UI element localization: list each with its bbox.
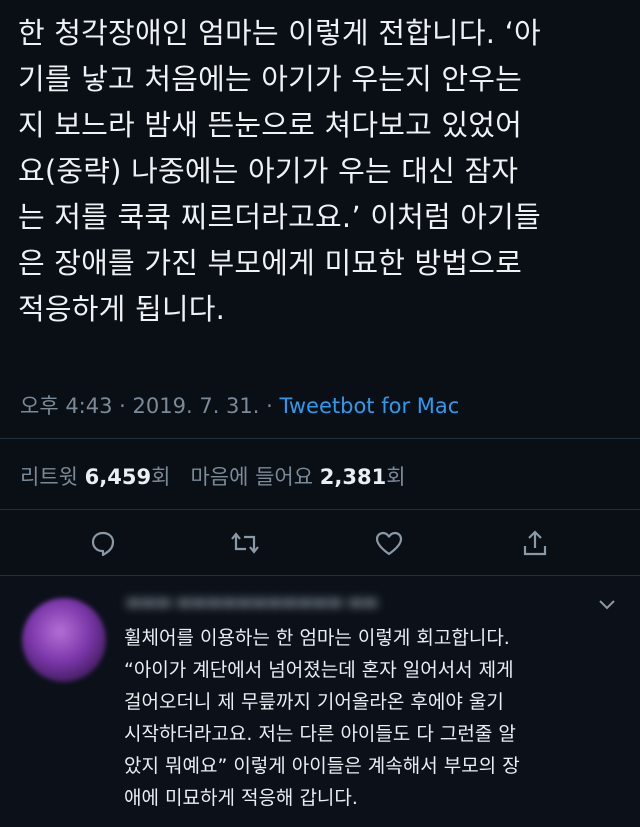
like-count: 2,381 — [319, 465, 387, 489]
retweet-icon — [230, 529, 260, 561]
tweet-line: 는 저를 쿡쿡 찌르더라고요.’ 이처럼 아기들 — [18, 200, 541, 234]
tweet-actions — [0, 520, 640, 570]
like-label: 마음에 들어요 — [190, 465, 314, 489]
blurred-username: ▬▬▬ ▬▬▬▬▬▬▬▬▬▬▬ ▬▬ — [126, 592, 379, 611]
like-button[interactable] — [372, 528, 406, 562]
retweet-unit: 회 — [151, 465, 171, 489]
retweet-count: 6,459 — [84, 465, 152, 489]
reply-icon — [89, 529, 117, 561]
like-icon — [374, 529, 404, 561]
tweet-line: 요(중략) 나중에는 아기가 우는 대신 잠자 — [18, 154, 519, 188]
chevron-down-icon[interactable] — [598, 596, 616, 615]
tweet-line: 지 보느라 밤새 뜬눈으로 쳐다보고 있었어 — [18, 108, 523, 142]
reply-line: 았지 뭐예요” 이렇게 아이들은 계속해서 부모의 장 — [124, 755, 520, 777]
tweet-stats: 리트윗 6,459회 마음에 들어요 2,381회 — [20, 461, 406, 491]
tweet-line: 적응하게 됩니다. — [18, 292, 225, 326]
reply-line: 걸어오더니 제 무릎까지 기어올라온 후에야 울기 — [124, 691, 504, 713]
tweet-meta: 오후 4:43 · 2019. 7. 31. · Tweetbot for Ma… — [20, 390, 459, 420]
divider — [0, 438, 640, 439]
reply-line: 휠체어를 이용하는 한 엄마는 이렇게 회고합니다. — [124, 627, 510, 649]
meta-separator: · — [266, 394, 273, 418]
retweet-label: 리트윗 — [20, 465, 78, 489]
tweet-line: 기를 낳고 처음에는 아기가 우는지 안우는 — [18, 62, 523, 96]
avatar[interactable] — [22, 598, 106, 682]
retweet-stat[interactable]: 리트윗 6,459회 — [20, 465, 177, 489]
reply-button[interactable] — [86, 528, 120, 562]
reply-line: “아이가 계단에서 넘어졌는데 혼자 일어서서 제게 — [124, 659, 514, 681]
reply-line: 시작하더라고요. 저는 다른 아이들도 다 그런줄 알 — [124, 723, 516, 745]
tweet-source-link[interactable]: Tweetbot for Mac — [280, 394, 460, 418]
tweet-line: 한 청각장애인 엄마는 이렇게 전합니다. ‘아 — [18, 16, 541, 50]
retweet-button[interactable] — [228, 528, 262, 562]
reply-line: 애에 미묘하게 적응해 갑니다. — [124, 787, 358, 809]
like-stat[interactable]: 마음에 들어요 2,381회 — [190, 465, 405, 489]
tweet-line: 은 장애를 가진 부모에게 미묘한 방법으로 — [18, 246, 523, 280]
reply-text: 휠체어를 이용하는 한 엄마는 이렇게 회고합니다. “아이가 계단에서 넘어졌… — [124, 622, 624, 814]
share-icon — [521, 529, 549, 561]
tweet-time: 오후 4:43 — [20, 394, 113, 418]
divider — [0, 509, 640, 510]
share-button[interactable] — [518, 528, 552, 562]
tweet-date: 2019. 7. 31. — [132, 394, 260, 418]
like-unit: 회 — [386, 465, 406, 489]
tweet-text: 한 청각장애인 엄마는 이렇게 전합니다. ‘아 기를 낳고 처음에는 아기가 … — [18, 10, 628, 332]
meta-separator: · — [119, 394, 126, 418]
